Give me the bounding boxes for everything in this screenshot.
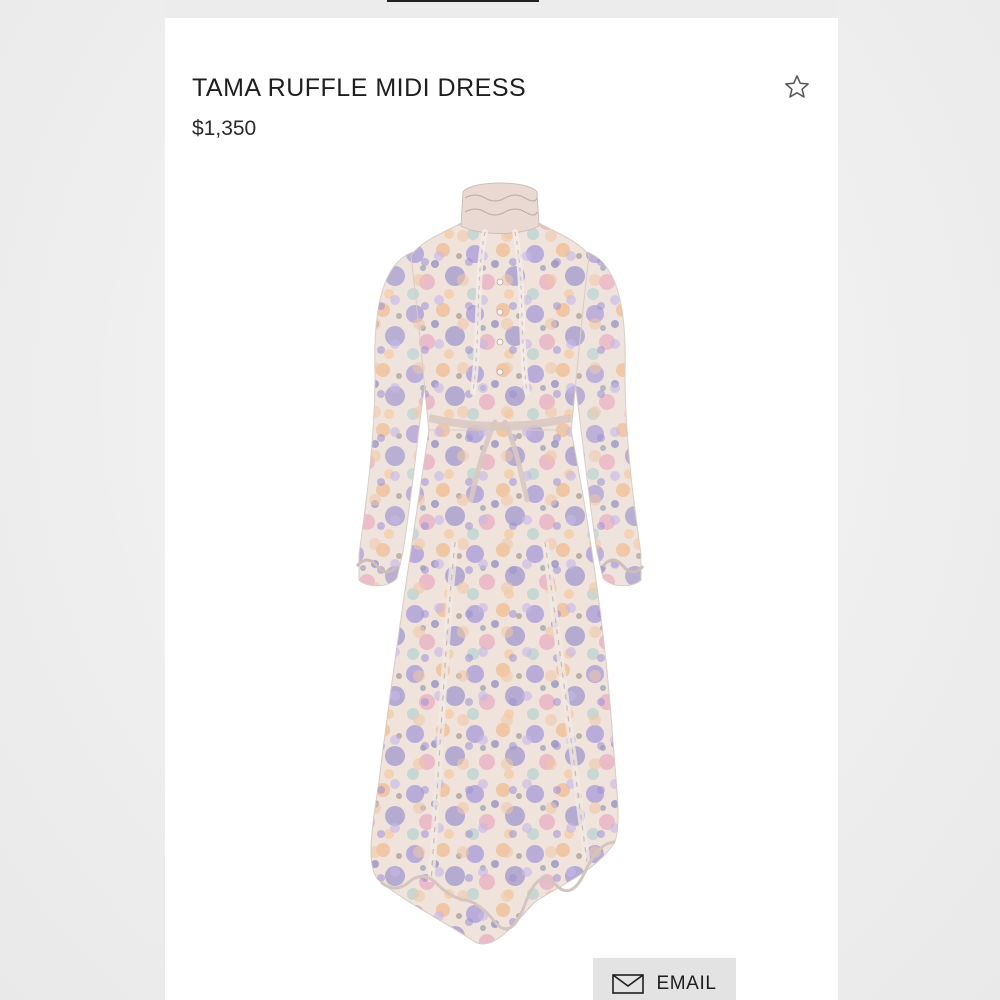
star-outline-icon[interactable] — [783, 73, 811, 101]
product-price: $1,350 — [192, 117, 257, 140]
product-card: TAMA RUFFLE MIDI DRESS $1,350 EMAIL — [165, 0, 838, 1000]
email-button[interactable]: EMAIL — [593, 958, 736, 1000]
product-image[interactable] — [345, 182, 655, 952]
top-navigation-strip — [165, 0, 838, 18]
active-tab-indicator — [387, 0, 539, 2]
envelope-icon — [612, 974, 645, 994]
email-button-label: EMAIL — [656, 973, 717, 994]
product-title: TAMA RUFFLE MIDI DRESS — [192, 74, 527, 102]
